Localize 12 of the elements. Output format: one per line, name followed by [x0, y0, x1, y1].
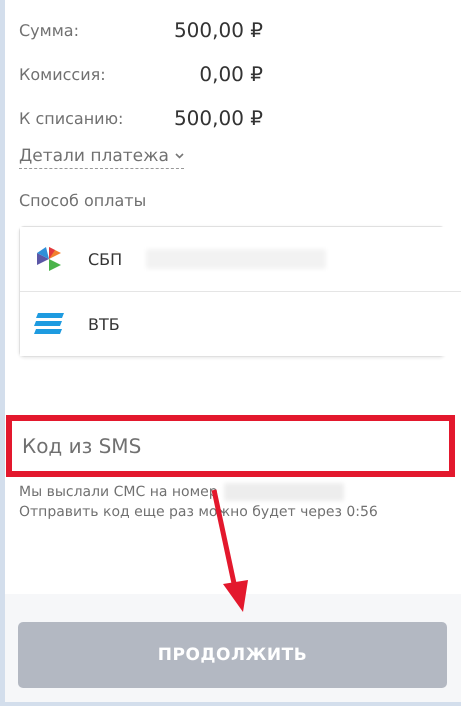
summary-label: К списанию: — [19, 108, 124, 128]
payment-details-link[interactable]: Детали платежа — [19, 146, 184, 169]
section-title: Способ оплаты — [19, 191, 148, 210]
payment-option[interactable]: ВТБ — [20, 291, 461, 356]
summary-value: 500,00 ₽ — [172, 18, 263, 42]
summary-label: Комиссия: — [19, 64, 107, 84]
summary-value: 500,00 ₽ — [172, 106, 263, 130]
summary-label: Сумма: — [19, 20, 80, 40]
chevron-down-icon — [174, 153, 184, 159]
vtb-logo-icon — [34, 313, 64, 335]
sms-code-field[interactable]: Код из SMS — [6, 415, 455, 477]
summary-value: 0,00 ₽ — [198, 62, 263, 86]
